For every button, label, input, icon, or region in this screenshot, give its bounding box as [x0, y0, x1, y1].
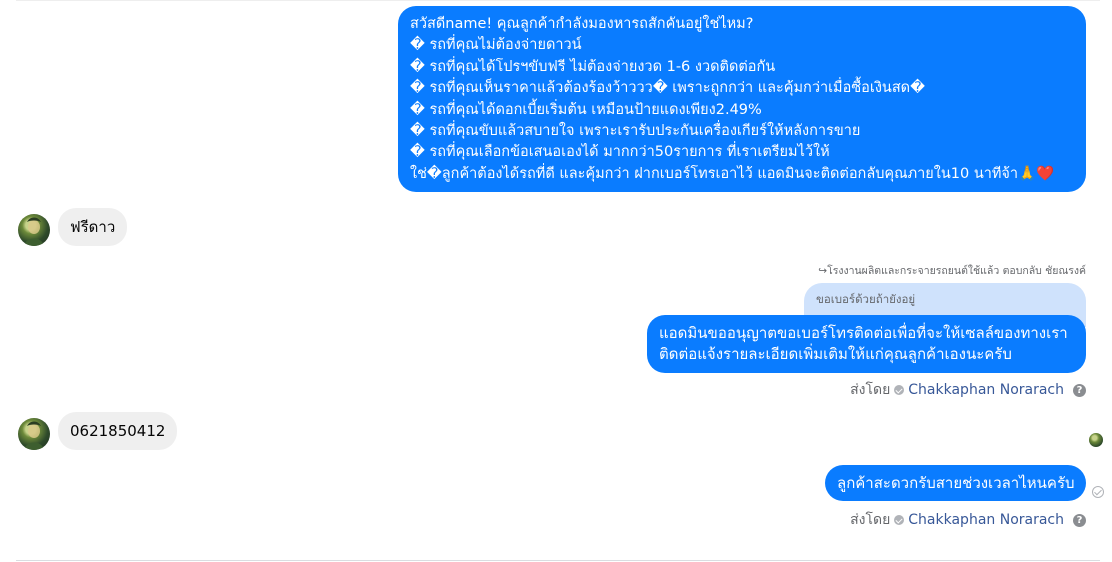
quoted-text: ขอเบอร์ด้วยถ้ายังอยู่ — [816, 292, 916, 306]
message-text: ลูกค้าสะดวกรับสายช่วงเวลาไหนครับ — [837, 474, 1075, 492]
promo-line: � รถที่คุณได้โปรฯขับฟรี ไม่ต้องจ่ายงวด 1… — [410, 58, 776, 75]
sender-name[interactable]: Chakkaphan Norarach — [908, 382, 1064, 398]
incoming-message[interactable]: ฟรีดาว — [58, 208, 128, 246]
promo-line: ใช่�ลูกค้าต้องได้รถที่ดี และคุ้มกว่า ฝาก… — [410, 165, 1055, 182]
outgoing-message-admin-reply[interactable]: แอดมินขออนุญาตขอเบอร์โทรติดต่อเพื่อที่จะ… — [647, 315, 1086, 373]
sent-by-prefix: ส่งโดย — [850, 512, 891, 528]
reply-context-label: ↪︎โรงงานผลิตและกระจายรถยนต์ใช้แล้ว ตอบกล… — [818, 265, 1086, 277]
sender-name[interactable]: Chakkaphan Norarach — [908, 512, 1064, 528]
verified-check-icon — [894, 515, 905, 525]
message-text: 0621850412 — [70, 422, 166, 440]
top-divider — [16, 0, 1100, 1]
help-icon[interactable]: ? — [1073, 383, 1086, 397]
sent-status-icon — [1092, 486, 1104, 498]
customer-avatar[interactable] — [18, 418, 50, 450]
sent-by-label: ส่งโดย Chakkaphan Norarach ? — [850, 379, 1086, 401]
promo-line: � รถที่คุณขับแล้วสบายใจ เพราะเรารับประกั… — [410, 123, 861, 140]
message-text: ฟรีดาว — [70, 218, 116, 236]
outgoing-message-followup[interactable]: ลูกค้าสะดวกรับสายช่วงเวลาไหนครับ — [825, 465, 1086, 501]
sent-by-prefix: ส่งโดย — [850, 382, 891, 398]
message-line: แอดมินขออนุญาตขอเบอร์โทรติดต่อเพื่อที่จะ… — [659, 324, 1068, 342]
customer-avatar[interactable] — [18, 214, 50, 246]
promo-line: � รถที่คุณเห็นราคาแล้วต้องร้องว้าววว� เพ… — [410, 80, 925, 97]
composer-divider — [16, 560, 1100, 561]
sent-by-label: ส่งโดย Chakkaphan Norarach ? — [850, 509, 1086, 531]
seen-avatar — [1089, 433, 1103, 447]
promo-line: � รถที่คุณได้ดอกเบี้ยเริ่มต้น เหมือนป้าย… — [410, 101, 762, 118]
message-line: ติดต่อแจ้งรายละเอียดเพิ่มเติมให้แก่คุณลู… — [659, 345, 1012, 363]
outgoing-message-promo[interactable]: สวัสดีname! คุณลูกค้ากำลังมองหารถสักคันอ… — [398, 6, 1086, 192]
help-icon[interactable]: ? — [1073, 513, 1086, 527]
promo-line: สวัสดีname! คุณลูกค้ากำลังมองหารถสักคันอ… — [410, 16, 754, 32]
promo-line: � รถที่คุณไม่ต้องจ่ายดาวน์ — [410, 37, 582, 54]
promo-line: � รถที่คุณเลือกข้อเสนอเองได้ มากกว่า50รา… — [410, 144, 830, 161]
verified-check-icon — [894, 385, 905, 395]
incoming-message[interactable]: 0621850412 — [58, 412, 178, 450]
